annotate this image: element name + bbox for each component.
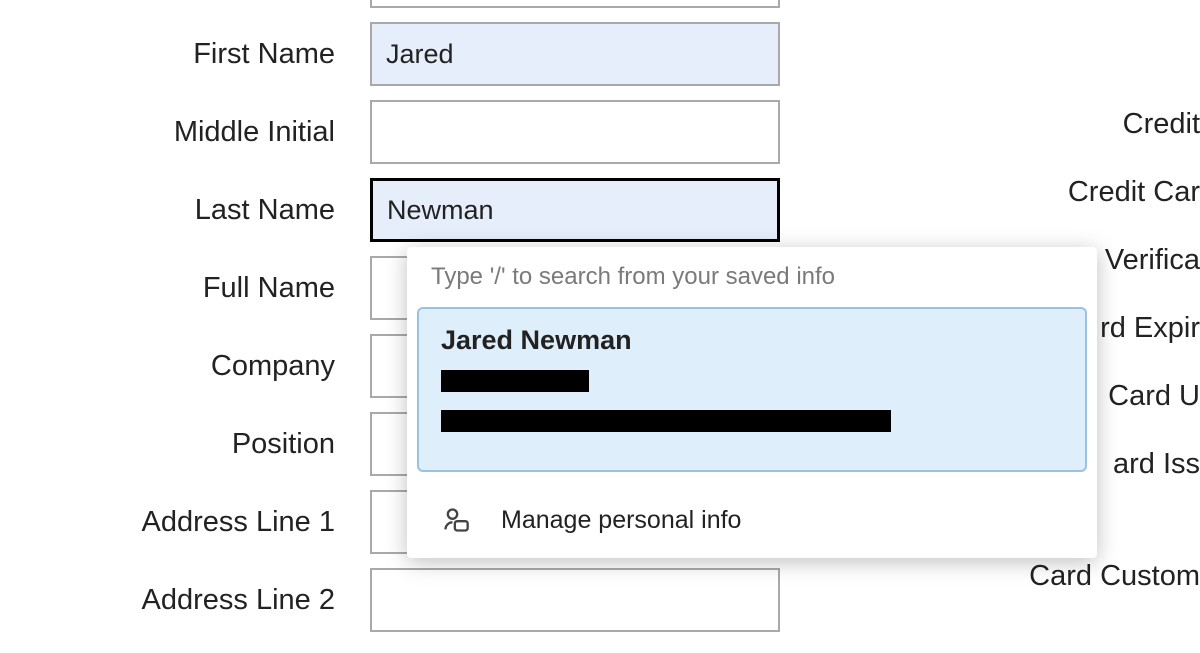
row-address-2: Address Line 2 [0,568,780,632]
label-middle-initial: Middle Initial [0,116,370,149]
label-position: Position [0,428,370,461]
label-address-2: Address Line 2 [0,584,370,617]
label-company: Company [0,350,370,383]
autofill-suggestion-card[interactable]: Jared Newman [417,307,1087,472]
input-middle-initial[interactable] [370,100,780,164]
row-first-name: First Name [0,22,780,86]
row-middle-initial: Middle Initial [0,100,780,164]
autofill-suggestion-name: Jared Newman [441,325,1063,356]
redacted-line-2 [441,410,891,432]
label-credit-car: Credit Car [1068,176,1200,209]
label-address-1: Address Line 1 [0,506,370,539]
autofill-popup: Type '/' to search from your saved info … [407,247,1097,558]
row-last-name: Last Name [0,178,780,242]
autofill-hint: Type '/' to search from your saved info [407,247,1097,307]
input-last-name[interactable] [370,178,780,242]
input-address-2[interactable] [370,568,780,632]
manage-personal-info-button[interactable]: Manage personal info [407,486,1097,558]
person-card-icon [441,504,471,536]
label-last-name: Last Name [0,194,370,227]
row-partial-top [0,0,780,8]
label-full-name: Full Name [0,272,370,305]
redacted-line-1 [441,370,589,392]
input-partial-top[interactable] [370,0,780,8]
input-first-name[interactable] [370,22,780,86]
label-credit: Credit [1068,108,1200,141]
label-card-custom: Card Custom [1029,560,1200,593]
label-first-name: First Name [0,38,370,71]
manage-personal-info-label: Manage personal info [501,506,741,535]
